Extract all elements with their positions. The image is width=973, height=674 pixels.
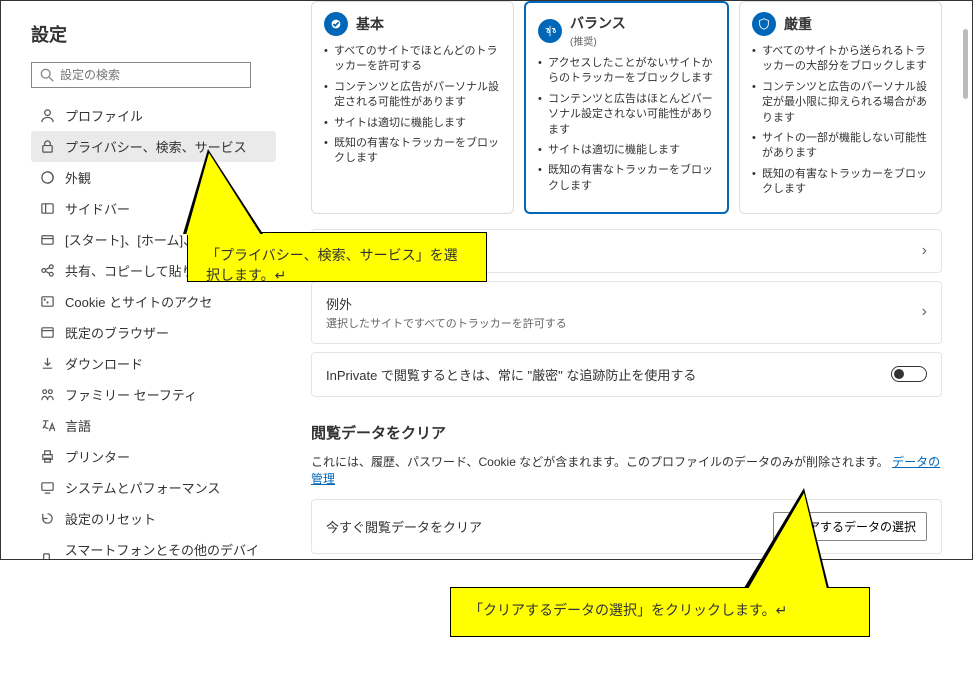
share-icon bbox=[39, 263, 55, 279]
browser-icon bbox=[39, 325, 55, 341]
sidebar-item-downloads[interactable]: ダウンロード bbox=[31, 348, 276, 379]
sidebar-item-family[interactable]: ファミリー セーフティ bbox=[31, 379, 276, 410]
card-sub: (推奨) bbox=[570, 33, 626, 48]
card-title: 基本 bbox=[356, 14, 384, 34]
sidebar-item-label: プリンター bbox=[65, 447, 130, 466]
card-title: 厳重 bbox=[784, 14, 812, 34]
clear-data-title: 閲覧データをクリア bbox=[311, 422, 942, 443]
chevron-right-icon: › bbox=[922, 303, 927, 321]
strict-icon bbox=[752, 12, 776, 36]
inprivate-row: InPrivate で閲覧するときは、常に "厳密" な追跡防止を使用する bbox=[311, 352, 942, 397]
sidebar-item-phone[interactable]: スマートフォンとその他のデバイス bbox=[31, 534, 276, 560]
scrollbar[interactable] bbox=[963, 29, 968, 99]
card-item: コンテンツと広告がパーソナル設定される可能性があります bbox=[324, 80, 501, 111]
sidebar-item-label: サイドバー bbox=[65, 199, 130, 218]
annotation-callout-1: 「プライバシー、検索、サービス」を選択します。↵ bbox=[187, 232, 487, 282]
sidebar-item-default[interactable]: 既定のブラウザー bbox=[31, 317, 276, 348]
sidebar-item-label: 外観 bbox=[65, 168, 91, 187]
appearance-icon bbox=[39, 170, 55, 186]
sidebar-item-label: ファミリー セーフティ bbox=[65, 385, 197, 404]
card-item: アクセスしたことがないサイトからのトラッカーをブロックします bbox=[538, 56, 715, 87]
row-title: 今すぐ閲覧データをクリア bbox=[326, 517, 482, 536]
sidebar-item-profile[interactable]: プロファイル bbox=[31, 100, 276, 131]
language-icon bbox=[39, 418, 55, 434]
tracking-card-strict[interactable]: 厳重 すべてのサイトから送られるトラッカーの大部分をブロックします コンテンツと… bbox=[739, 1, 942, 214]
card-item: コンテンツと広告はほとんどパーソナル設定されない可能性があります bbox=[538, 92, 715, 138]
system-icon bbox=[39, 480, 55, 496]
inprivate-toggle[interactable] bbox=[891, 366, 927, 382]
tracking-card-balance[interactable]: バランス(推奨) アクセスしたことがないサイトからのトラッカーをブロックします … bbox=[524, 1, 729, 214]
row-title: 例外 bbox=[326, 294, 567, 313]
balance-icon bbox=[538, 19, 562, 43]
sidebar-item-label: 言語 bbox=[65, 416, 91, 435]
printer-icon bbox=[39, 449, 55, 465]
clear-now-row: 今すぐ閲覧データをクリア クリアするデータの選択 bbox=[311, 499, 942, 554]
search-input[interactable] bbox=[60, 68, 242, 82]
sidebar-item-printer[interactable]: プリンター bbox=[31, 441, 276, 472]
card-item: サイトは適切に機能します bbox=[538, 143, 715, 158]
sidebar-item-language[interactable]: 言語 bbox=[31, 410, 276, 441]
card-item: サイトは適切に機能します bbox=[324, 116, 501, 131]
settings-title: 設定 bbox=[31, 21, 276, 47]
sidebar-item-label: システムとパフォーマンス bbox=[65, 478, 220, 497]
card-title: バランス bbox=[570, 13, 626, 33]
chevron-right-icon: › bbox=[922, 242, 927, 260]
sidebar-item-label: ダウンロード bbox=[65, 354, 143, 373]
card-item: コンテンツと広告のパーソナル設定が最小限に抑えられる場合があります bbox=[752, 80, 929, 126]
tracking-card-basic[interactable]: 基本 すべてのサイトでほとんどのトラッカーを許可する コンテンツと広告がパーソナ… bbox=[311, 1, 514, 214]
card-item: 既知の有害なトラッカーをブロックします bbox=[752, 167, 929, 198]
exceptions-row[interactable]: 例外 選択したサイトですべてのトラッカーを許可する › bbox=[311, 281, 942, 344]
phone-icon bbox=[39, 551, 55, 560]
sidebar-item-label: 設定のリセット bbox=[65, 509, 156, 528]
card-item: すべてのサイトから送られるトラッカーの大部分をブロックします bbox=[752, 44, 929, 75]
basic-icon bbox=[324, 12, 348, 36]
settings-search[interactable] bbox=[31, 62, 251, 88]
download-icon bbox=[39, 356, 55, 372]
sidebar-item-system[interactable]: システムとパフォーマンス bbox=[31, 472, 276, 503]
search-icon bbox=[40, 68, 54, 82]
card-item: 既知の有害なトラッカーをブロックします bbox=[324, 136, 501, 167]
sidebar-item-cookies[interactable]: Cookie とサイトのアクセ bbox=[31, 286, 276, 317]
sidebar-item-label: スマートフォンとその他のデバイス bbox=[65, 540, 268, 560]
sidebar-item-label: 既定のブラウザー bbox=[65, 323, 169, 342]
row-sub: 選択したサイトですべてのトラッカーを許可する bbox=[326, 315, 567, 331]
sidebar-item-reset[interactable]: 設定のリセット bbox=[31, 503, 276, 534]
cookie-icon bbox=[39, 294, 55, 310]
card-item: すべてのサイトでほとんどのトラッカーを許可する bbox=[324, 44, 501, 75]
sidebar-item-label: プロファイル bbox=[65, 106, 143, 125]
clear-data-desc: これには、履歴、パスワード、Cookie などが含まれます。このプロファイルのデ… bbox=[311, 453, 942, 487]
family-icon bbox=[39, 387, 55, 403]
annotation-callout-2: 「クリアするデータの選択」をクリックします。↵ bbox=[450, 587, 870, 637]
card-item: 既知の有害なトラッカーをブロックします bbox=[538, 163, 715, 194]
sidebar-item-label: Cookie とサイトのアクセ bbox=[65, 292, 212, 311]
sidebar-icon bbox=[39, 201, 55, 217]
reset-icon bbox=[39, 511, 55, 527]
profile-icon bbox=[39, 108, 55, 124]
lock-icon bbox=[39, 139, 55, 155]
row-title: InPrivate で閲覧するときは、常に "厳密" な追跡防止を使用する bbox=[326, 365, 696, 384]
card-item: サイトの一部が機能しない可能性があります bbox=[752, 131, 929, 162]
tab-icon bbox=[39, 232, 55, 248]
